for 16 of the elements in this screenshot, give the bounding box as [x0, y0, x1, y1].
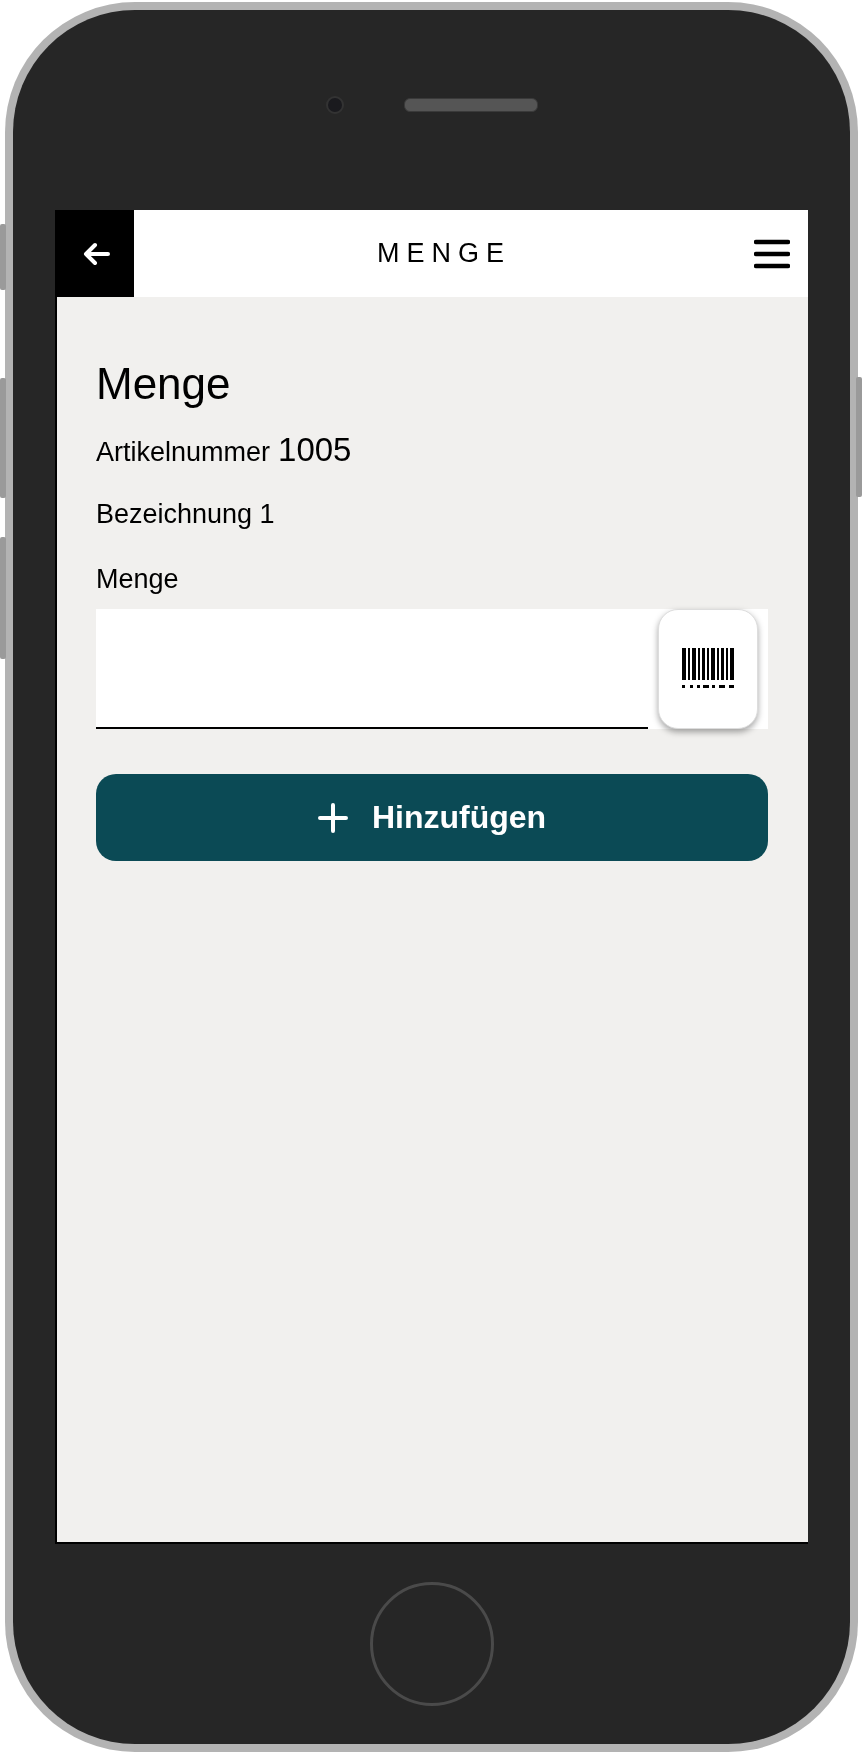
- quantity-label: Menge: [96, 564, 180, 595]
- description-text: Bezeichnung 1: [96, 499, 276, 530]
- page-title: MENGE: [376, 238, 512, 269]
- speaker-icon: [403, 98, 538, 112]
- article-number: 1005: [278, 431, 352, 469]
- back-button[interactable]: [57, 210, 134, 297]
- heading: Menge: [96, 359, 232, 409]
- article-label: Artikelnummer: [96, 437, 271, 468]
- camera-icon: [325, 96, 344, 114]
- add-button[interactable]: Hinzufügen: [96, 774, 768, 861]
- scan-button[interactable]: [658, 609, 758, 729]
- menu-icon: [754, 238, 790, 269]
- barcode-icon: [681, 648, 735, 690]
- menu-button[interactable]: [754, 238, 790, 269]
- back-icon: [81, 241, 110, 266]
- plus-icon: [317, 802, 348, 833]
